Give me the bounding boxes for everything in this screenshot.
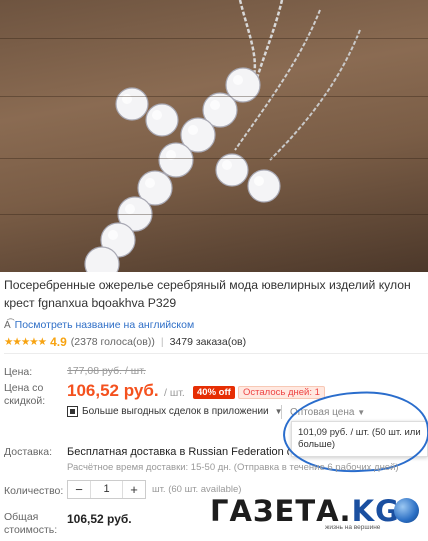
cross-pendant-graphic <box>84 0 361 272</box>
votes-link[interactable]: (2378 голоса(ов)) <box>71 336 155 348</box>
shipping-label: Доставка: <box>4 446 53 458</box>
watermark-brand-suffix: KG <box>351 494 400 528</box>
discount-badge: 40% off <box>193 386 235 399</box>
translate-link[interactable]: Посмотреть название на английском <box>15 319 195 331</box>
days-left-badge: Осталось дней: 1 <box>238 386 325 399</box>
price-label: Цена: <box>4 366 33 378</box>
rating-row: ★★★★★ 4.9 (2378 голоса(ов)) | 3479 заказ… <box>4 335 246 349</box>
shipping-estimate: Расчётное время доставки: 15-50 дн. (Отп… <box>67 462 399 473</box>
app-deals-link[interactable]: Больше выгодных сделок в приложении ▼ <box>67 406 283 417</box>
orders-count: 3479 заказа(ов) <box>169 336 247 348</box>
quantity-decrease-button[interactable]: − <box>68 481 90 498</box>
rating-divider: | <box>160 336 164 348</box>
quantity-stepper: − 1 + <box>67 480 146 499</box>
product-image[interactable] <box>0 0 428 272</box>
watermark-brand: ГАЗЕТА. <box>210 494 352 528</box>
quantity-input[interactable]: 1 <box>90 481 123 498</box>
total-cost-label: Общая стоимость: <box>4 511 58 536</box>
old-price: 177,08 руб. / шт. <box>67 365 146 377</box>
product-title: Посеребренные ожерелье серебряный мода ю… <box>4 278 411 310</box>
rating-score: 4.9 <box>50 335 67 349</box>
sale-price: 106,52 руб. <box>67 381 159 400</box>
app-deals-label: Больше выгодных сделок в приложении <box>82 406 269 417</box>
watermark-tagline: жизнь на вершине <box>325 524 381 531</box>
shipping-method[interactable]: Бесплатная доставка в Russian Federation… <box>67 446 289 458</box>
translate-title-row[interactable]: A͡ Посмотреть название на английском <box>4 319 194 331</box>
quantity-increase-button[interactable]: + <box>123 481 145 498</box>
translate-icon: A͡ <box>4 319 11 331</box>
watermark-logo-text: ГАЗЕТА.KG <box>210 494 400 528</box>
gazeta-kg-watermark: ГАЗЕТА.KG жизнь на вершине <box>208 492 428 537</box>
price-unit: / шт. <box>164 387 185 399</box>
discount-price-label: Цена со скидкой: <box>4 382 46 407</box>
quantity-label: Количество: <box>4 485 64 497</box>
star-rating-icon: ★★★★★ <box>4 336 47 348</box>
globe-icon <box>394 498 419 523</box>
vertical-divider <box>281 405 282 419</box>
total-cost-value: 106,52 руб. <box>67 512 132 526</box>
qr-code-icon <box>67 406 78 417</box>
section-divider <box>4 353 428 354</box>
